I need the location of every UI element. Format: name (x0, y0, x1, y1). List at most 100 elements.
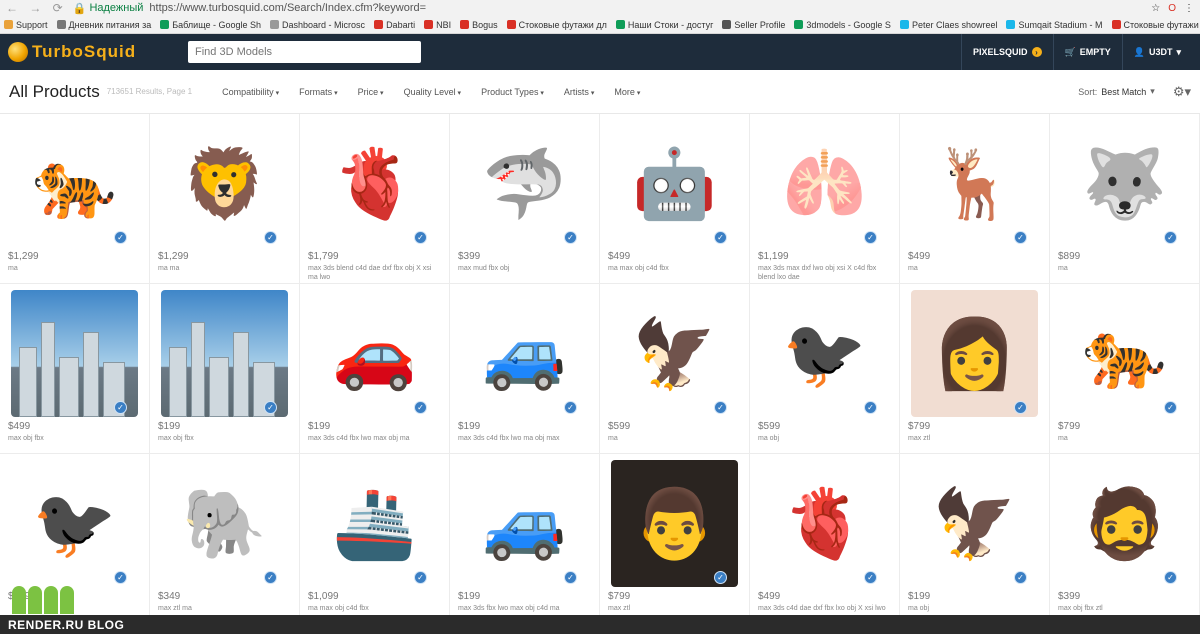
filter-dropdown[interactable]: Product Types (481, 87, 544, 97)
product-card[interactable]: 🤖 ✓ $499 ma max obj c4d fbx (600, 114, 750, 284)
product-thumbnail[interactable]: 🐅 (1061, 290, 1188, 417)
filter-dropdown[interactable]: Quality Level (404, 87, 462, 97)
product-thumbnail[interactable]: 🚙 (461, 460, 588, 587)
checkmate-badge-icon: ✓ (414, 401, 427, 414)
bookmark-item[interactable]: Стоковые футажи дл (1111, 20, 1200, 30)
filter-dropdown[interactable]: More (614, 87, 640, 97)
bookmark-item[interactable]: Дневник питания за (56, 20, 151, 30)
product-card[interactable]: 🦈 ✓ $399 max mud fbx obj (450, 114, 600, 284)
product-image-icon: 🐺 (1082, 145, 1167, 222)
product-thumbnail[interactable] (11, 290, 138, 417)
product-image-icon: 🐦‍⬛ (32, 485, 117, 562)
product-formats: max obj fbx (8, 435, 44, 442)
product-thumbnail[interactable]: 🐦‍⬛ (761, 290, 888, 417)
product-thumbnail[interactable]: 🦌 (911, 120, 1038, 247)
product-card[interactable]: 🫀 ✓ $1,799 max 3ds blend c4d dae dxf fbx… (300, 114, 450, 284)
bookmark-item[interactable]: Баблище - Google Sh (160, 20, 261, 30)
pixelsquid-button[interactable]: PIXELSQUID › (960, 34, 1053, 70)
product-thumbnail[interactable]: 🫀 (761, 460, 888, 587)
product-card[interactable]: ✓ $499 max obj fbx (0, 284, 150, 454)
product-card[interactable]: 👨 ✓ $799 max ztl (600, 454, 750, 624)
product-formats: ma (608, 435, 618, 442)
filter-dropdown[interactable]: Formats (299, 87, 337, 97)
product-thumbnail[interactable]: 🚙 (461, 290, 588, 417)
product-card[interactable]: 🫁 ✓ $1,199 max 3ds max dxf lwo obj xsi X… (750, 114, 900, 284)
star-icon[interactable]: ☆ (1151, 3, 1160, 14)
product-card[interactable]: 🦁 ✓ $1,299 ma ma (150, 114, 300, 284)
product-thumbnail[interactable]: 🚗 (311, 290, 438, 417)
product-card[interactable]: 🚢 ✓ $1,099 ma max obj c4d fbx (300, 454, 450, 624)
url-field[interactable]: https://www.turbosquid.com/Search/Index.… (149, 2, 426, 14)
product-thumbnail[interactable]: 🐅 (11, 120, 138, 247)
product-card[interactable]: 👩 ✓ $799 max ztl (900, 284, 1050, 454)
product-card[interactable]: 🐦‍⬛ ✓ $599 ma obj (750, 284, 900, 454)
product-card[interactable]: 🦌 ✓ $499 ma (900, 114, 1050, 284)
product-thumbnail[interactable] (161, 290, 288, 417)
product-card[interactable]: 🐅 ✓ $1,299 ma (0, 114, 150, 284)
product-price: $399 (1058, 591, 1081, 602)
product-card[interactable]: 🫀 ✓ $499 max 3ds c4d dae dxf fbx lxo obj… (750, 454, 900, 624)
product-image-icon: 🦁 (182, 145, 267, 222)
bookmark-label: Sumqait Stadium - M (1018, 19, 1103, 30)
gear-icon[interactable]: ⚙▾ (1173, 84, 1191, 100)
product-thumbnail[interactable]: 🦈 (461, 120, 588, 247)
product-thumbnail[interactable]: 🐦‍⬛ (11, 460, 138, 587)
product-thumbnail[interactable]: 🚢 (311, 460, 438, 587)
bookmark-item[interactable]: Seller Profile (722, 20, 785, 30)
filter-dropdown[interactable]: Compatibility (222, 87, 279, 97)
bookmark-item[interactable]: Sumqait Stadium - M (1006, 19, 1103, 30)
bookmark-item[interactable]: Стоковые футажи дл (506, 19, 607, 30)
search-input[interactable] (188, 41, 421, 63)
bookmark-item[interactable]: Support (4, 20, 48, 30)
sort-dropdown[interactable]: Sort: Best Match ▾ (1078, 86, 1155, 97)
product-card[interactable]: 🦅 ✓ $199 ma obj (900, 454, 1050, 624)
opera-icon[interactable]: O (1168, 3, 1176, 14)
browser-nav-icons[interactable]: ← → ⟳ (6, 1, 67, 15)
bookmark-label: Стоковые футажи дл (518, 19, 607, 30)
filter-dropdown[interactable]: Artists (564, 87, 594, 97)
product-thumbnail[interactable]: 👩 (911, 290, 1038, 417)
checkmate-badge-icon: ✓ (1164, 571, 1177, 584)
turbosquid-logo[interactable]: TurboSquid (8, 42, 188, 62)
product-price: $1,199 (758, 251, 789, 262)
product-thumbnail[interactable]: 🤖 (611, 120, 738, 247)
product-thumbnail[interactable]: 🫀 (311, 120, 438, 247)
product-thumbnail[interactable]: 🐺 (1061, 120, 1188, 247)
checkmate-badge-icon: ✓ (114, 401, 127, 414)
product-card[interactable]: 🐺 ✓ $899 ma (1050, 114, 1200, 284)
checkmate-badge-icon: ✓ (714, 571, 727, 584)
product-card[interactable]: 🚗 ✓ $199 max 3ds c4d fbx lwo max obj ma (300, 284, 450, 454)
product-card[interactable]: 🐅 ✓ $799 ma (1050, 284, 1200, 454)
bookmark-item[interactable]: Dabarti (374, 20, 415, 30)
product-thumbnail[interactable]: 🦅 (911, 460, 1038, 587)
product-thumbnail[interactable]: 👨 (611, 460, 738, 587)
product-formats: ma max obj c4d fbx (308, 605, 369, 612)
product-thumbnail[interactable]: 🫁 (761, 120, 888, 247)
user-menu-button[interactable]: 👤 U3DT ▾ (1121, 34, 1192, 70)
product-thumbnail[interactable]: 🦅 (611, 290, 738, 417)
product-card[interactable]: ✓ $199 max obj fbx (150, 284, 300, 454)
product-card[interactable]: 🐘 ✓ $349 max ztl ma (150, 454, 300, 624)
product-card[interactable]: 🚙 ✓ $199 max 3ds fbx lwo max obj c4d ma (450, 454, 600, 624)
product-thumbnail[interactable]: 🧔 (1061, 460, 1188, 587)
bookmark-item[interactable]: Peter Claes showreel (899, 20, 997, 30)
secure-indicator[interactable]: 🔒 Надежный (73, 2, 144, 15)
filter-dropdown[interactable]: Price (358, 87, 384, 97)
bookmark-item[interactable]: Наши Стоки - достуг (615, 20, 713, 30)
product-card[interactable]: 🧔 ✓ $399 max obj fbx ztl (1050, 454, 1200, 624)
blog-banner: RENDER.RU BLOG (0, 615, 1200, 634)
bookmark-item[interactable]: 3dmodels - Google S (794, 20, 891, 30)
cart-icon: 🛒 (1064, 46, 1076, 57)
logo-text: TurboSquid (32, 42, 137, 61)
bookmark-item[interactable]: Dashboard - Microsc (270, 20, 365, 30)
product-formats: max obj fbx ztl (1058, 605, 1103, 612)
bookmark-item[interactable]: NBI (424, 20, 451, 30)
product-card[interactable]: 🦅 ✓ $599 ma (600, 284, 750, 454)
bookmark-item[interactable]: Bogus (460, 20, 498, 30)
product-thumbnail[interactable]: 🦁 (161, 120, 288, 247)
product-card[interactable]: 🚙 ✓ $199 max 3ds c4d fbx lwo ma obj max (450, 284, 600, 454)
menu-icon[interactable]: ⋮ (1184, 3, 1194, 14)
product-grid: 🐅 ✓ $1,299 ma 🦁 ✓ $1,299 ma ma 🫀 ✓ $1,79… (0, 114, 1200, 624)
cart-button[interactable]: 🛒 EMPTY (1052, 34, 1122, 70)
product-thumbnail[interactable]: 🐘 (161, 460, 288, 587)
